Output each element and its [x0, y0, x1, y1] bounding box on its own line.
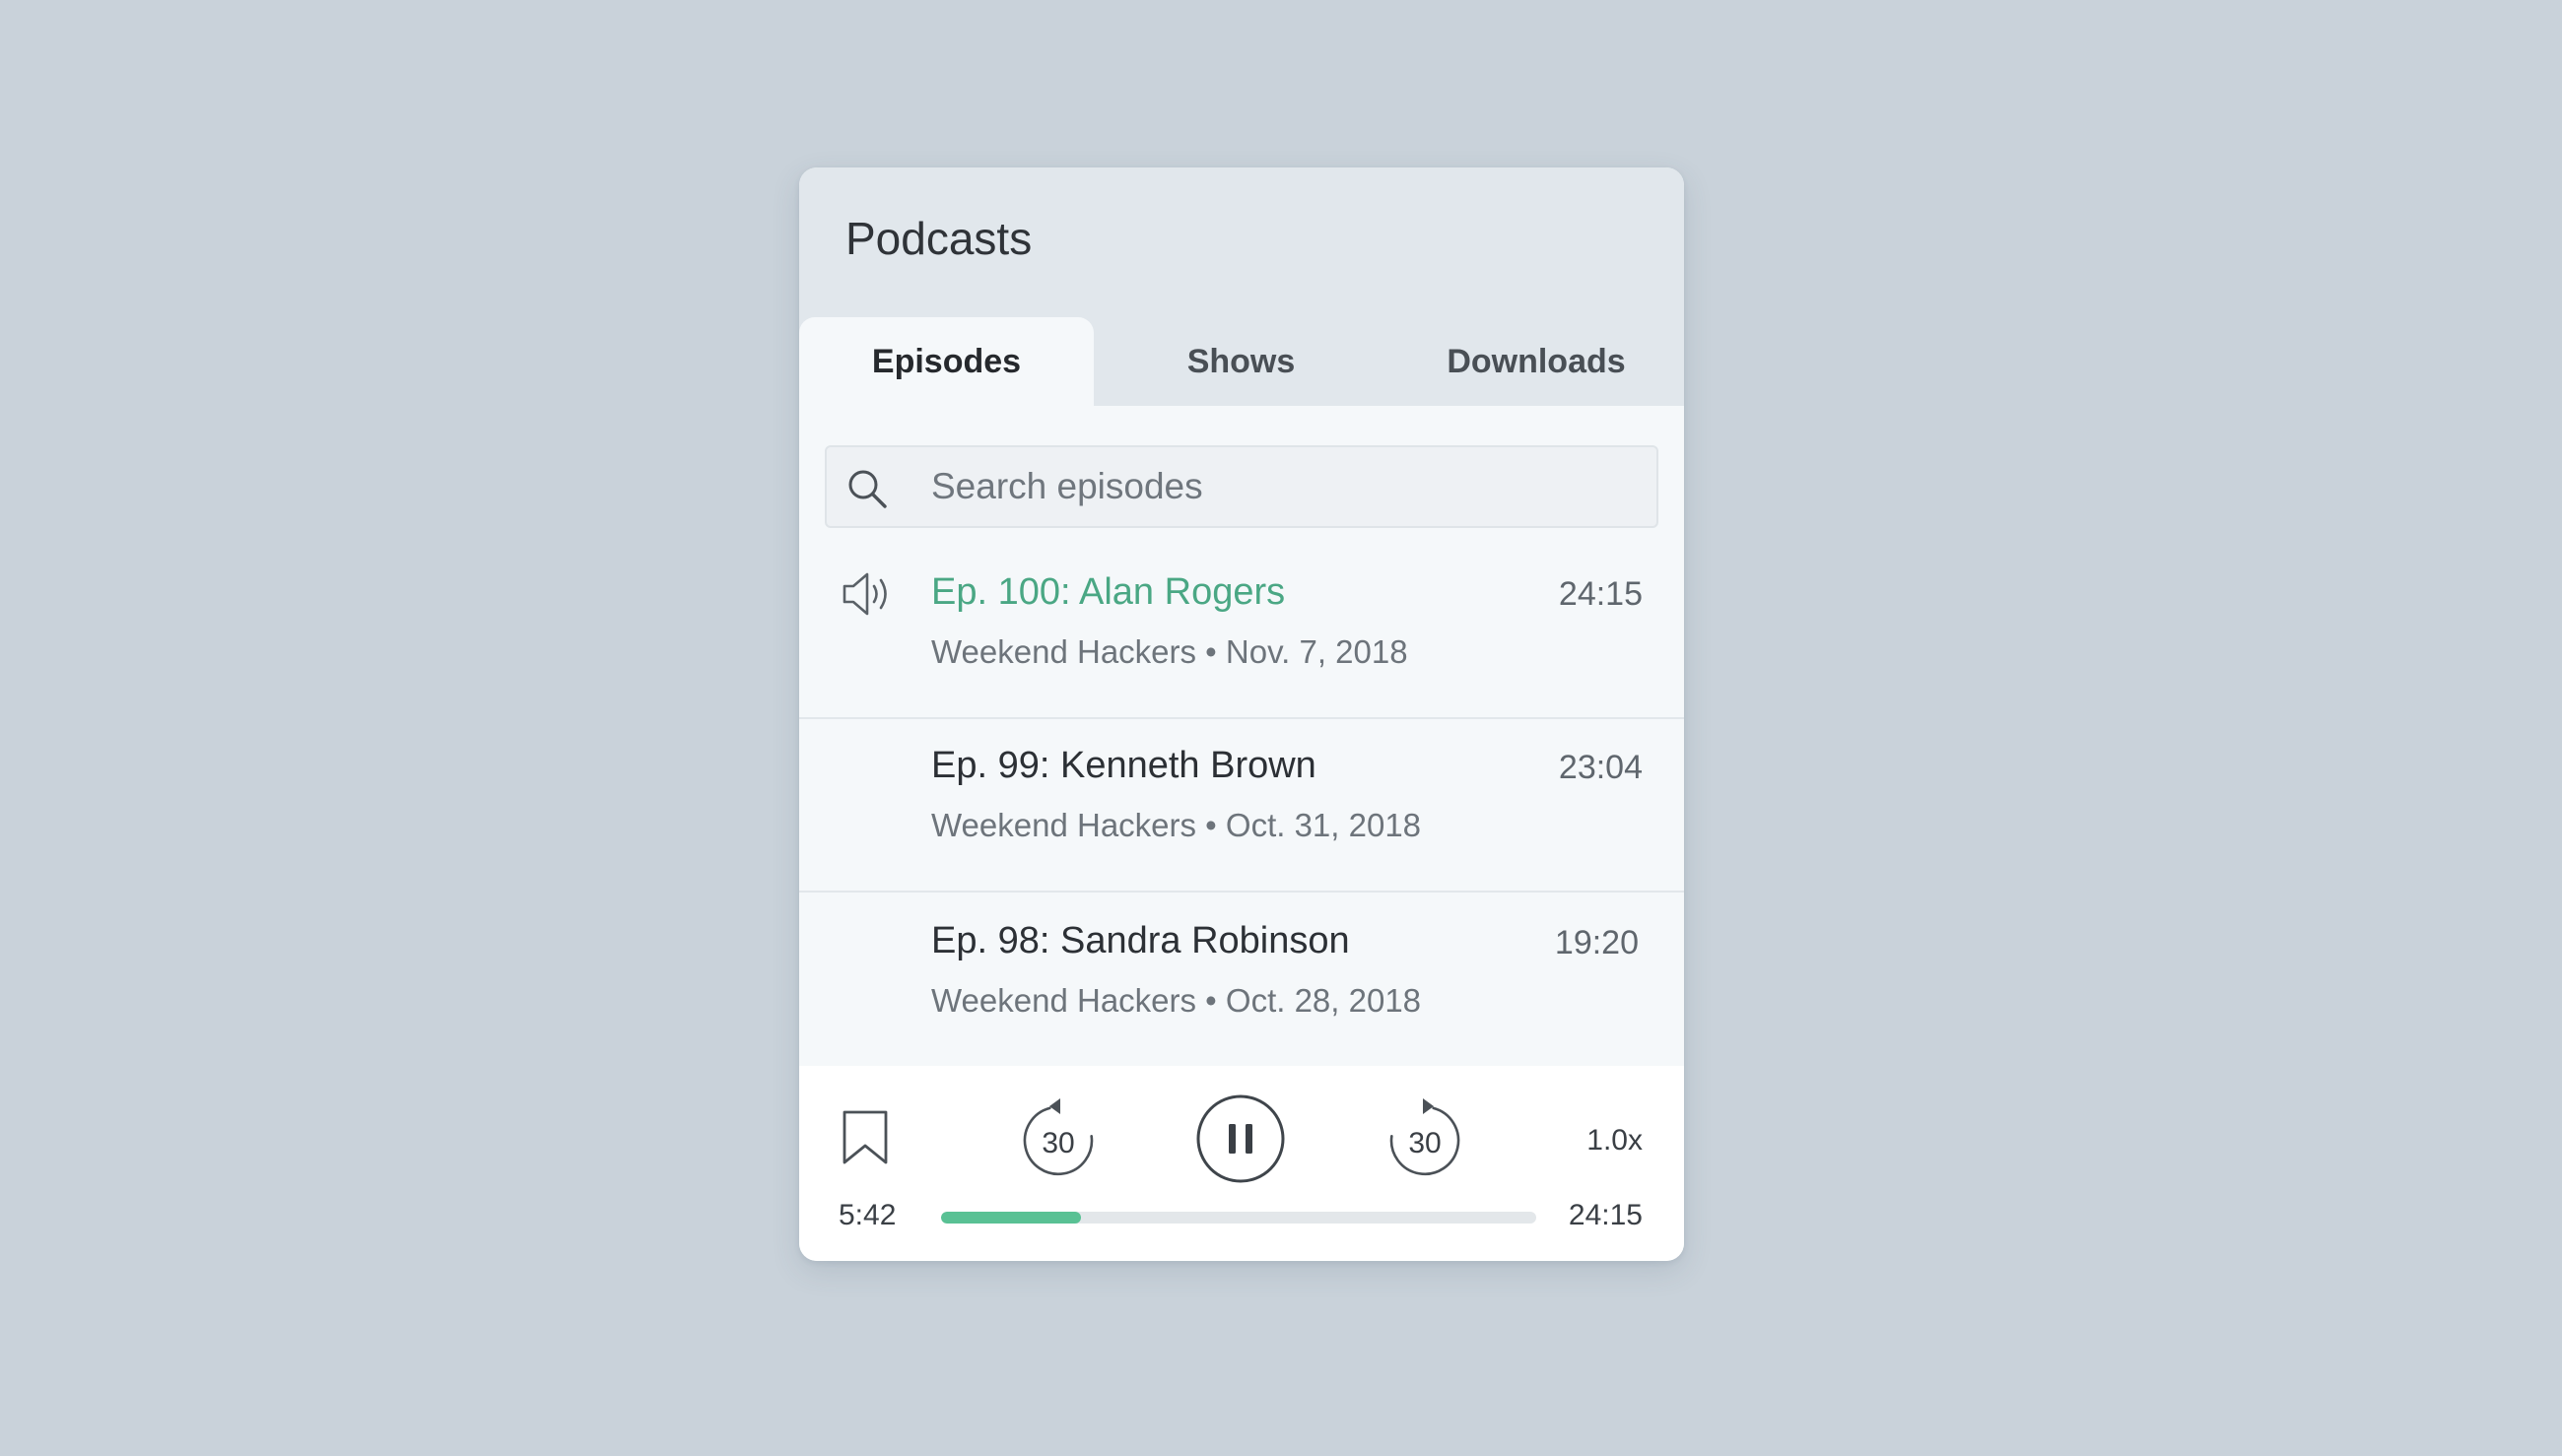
episode-title: Ep. 99: Kenneth Brown — [931, 745, 1316, 786]
progress-bar[interactable] — [941, 1212, 1536, 1224]
search-input[interactable] — [931, 447, 1641, 526]
rewind-30-icon[interactable]: 30 — [1019, 1095, 1098, 1178]
episode-title: Ep. 100: Alan Rogers — [931, 571, 1286, 613]
rewind-label: 30 — [1042, 1127, 1074, 1159]
pause-button[interactable] — [1195, 1093, 1286, 1184]
total-time: 24:15 — [1568, 1199, 1643, 1231]
list-item[interactable]: Ep. 99: Kenneth Brown Weekend Hackers • … — [799, 719, 1684, 893]
episode-meta: Weekend Hackers • Nov. 7, 2018 — [931, 633, 1408, 670]
list-item[interactable]: Ep. 98: Sandra Robinson Weekend Hackers … — [799, 894, 1684, 1068]
podcasts-window: Podcasts Episodes Shows Downloads Ep. 10… — [799, 167, 1684, 1261]
pause-icon — [1229, 1124, 1236, 1154]
episode-title: Ep. 98: Sandra Robinson — [931, 920, 1350, 961]
speaker-icon — [843, 572, 887, 616]
bookmark-icon[interactable] — [842, 1109, 889, 1166]
page-title: Podcasts — [845, 213, 1033, 264]
header: Podcasts Episodes Shows Downloads — [799, 167, 1684, 406]
episode-duration: 24:15 — [1558, 575, 1643, 613]
episode-meta: Weekend Hackers • Oct. 28, 2018 — [931, 982, 1422, 1019]
elapsed-time: 5:42 — [839, 1199, 897, 1231]
forward-30-icon[interactable]: 30 — [1385, 1095, 1464, 1178]
tab-bar: Episodes Shows Downloads — [799, 317, 1684, 406]
tab-downloads[interactable]: Downloads — [1388, 317, 1684, 406]
tab-episodes[interactable]: Episodes — [799, 317, 1094, 406]
episode-meta: Weekend Hackers • Oct. 31, 2018 — [931, 807, 1422, 843]
player-controls: 30 30 1.0x 5:42 24:15 — [799, 1066, 1684, 1261]
tab-shows[interactable]: Shows — [1094, 317, 1388, 406]
speed-button[interactable]: 1.0x — [1586, 1121, 1643, 1160]
episode-duration: 19:20 — [1554, 924, 1639, 961]
forward-label: 30 — [1408, 1127, 1441, 1159]
search-box — [825, 445, 1658, 528]
episode-duration: 23:04 — [1558, 749, 1643, 786]
progress-fill — [941, 1212, 1081, 1224]
list-item[interactable]: Ep. 100: Alan Rogers Weekend Hackers • N… — [799, 546, 1684, 719]
search-icon — [848, 470, 887, 508]
